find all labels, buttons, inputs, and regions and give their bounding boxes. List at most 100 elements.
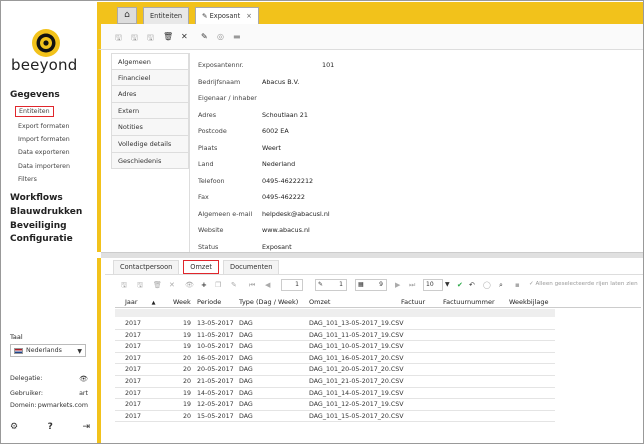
print-icon[interactable]: ▬ [233,32,241,41]
apply-check-icon[interactable]: ✔ [457,281,463,289]
table-cell: DAG [239,377,253,385]
col-weekbijlage[interactable]: Weekbijlage [509,298,548,306]
undo-icon[interactable]: ↶ [469,281,475,289]
nav-import-formaten[interactable]: Import formaten [18,136,70,143]
nav-configuratie[interactable]: Configuratie [10,234,73,244]
table-cell: 12-05-2017 [197,401,234,409]
logout-icon[interactable]: ⇥ [82,422,90,432]
form-field-label: Website [198,226,224,234]
grid-cancel-icon[interactable]: ✕ [169,281,175,289]
table-row[interactable]: 2017 20 15-05-2017 DAG DAG_101_15-05-2017_20… [115,411,555,423]
prev-page-icon[interactable]: ◀ [265,281,270,289]
table-cell: 13-05-2017 [197,320,234,327]
next-page-icon[interactable]: ▶ [395,281,400,289]
form-field-value[interactable]: www.abacus.nl [262,226,310,234]
table-row[interactable]: 2017 19 13-05-2017 DAG DAG_101_13-05-2017_19… [115,318,555,330]
record-toolbar: 🖫 🖫 🖫 🗑 ✕ ✎ ◎ ▬ [97,24,643,50]
table-row[interactable]: 2017 20 16-05-2017 DAG DAG_101_16-05-2017_20… [115,353,555,365]
rows-per-page-select[interactable]: 10 [423,279,443,291]
nav-workflows[interactable]: Workflows [10,193,63,203]
grid-add-icon[interactable]: + [201,281,207,289]
grid-delete-icon[interactable]: 🗑 [153,281,162,289]
side-tab-adres[interactable]: Adres [111,86,189,103]
side-tab-notities[interactable]: Notities [111,119,189,136]
form-field-value[interactable]: helpdesk@abacusl.nl [262,210,330,218]
help-icon[interactable]: ? [48,422,53,432]
form-field-value[interactable]: Weert [262,144,281,152]
nav-beveiliging[interactable]: Beveiliging [10,221,67,231]
col-jaar[interactable]: Jaar ▲ [125,298,156,306]
language-select[interactable]: Nederlands ▼ [10,344,86,357]
related-tabs: Contactpersoon Omzet Documenten [113,260,280,274]
user-value: art [79,390,88,397]
rows-caret-icon[interactable]: ▼ [445,281,450,288]
side-tab-volledige-details[interactable]: Volledige details [111,135,189,153]
last-page-icon[interactable]: ⏭ [409,281,415,290]
form-field-value[interactable]: Exposant [262,243,292,251]
page-input[interactable]: 1 [281,279,303,291]
tab-documenten[interactable]: Documenten [223,260,280,274]
close-icon[interactable]: × [246,12,252,20]
eye-icon[interactable]: 👁 [79,375,88,383]
col-factuur[interactable]: Factuur [401,298,425,306]
table-row[interactable]: 2017 19 11-05-2017 DAG DAG_101_11-05-2017_19… [115,330,555,342]
form-field-value[interactable]: 6002 EA [262,127,289,135]
page-count: ✎ 1 [315,279,347,291]
history-icon[interactable]: ◎ [217,32,224,41]
form-field-value[interactable]: 101 [322,61,334,69]
clear-filter-icon[interactable]: ▪ [515,281,520,289]
form-field-value[interactable]: Abacus B.V. [262,78,299,86]
col-type[interactable]: Type (Dag / Week) [239,298,298,306]
table-row[interactable]: 2017 20 20-05-2017 DAG DAG_101_20-05-2017_20… [115,364,555,376]
table-cell: 19 [183,331,192,339]
nav-data-exporteren[interactable]: Data exporteren [18,149,70,156]
save-close-icon[interactable]: 🖫 [131,32,138,46]
save-icon[interactable]: 🖫 [115,32,122,46]
save-new-icon[interactable]: 🖫 [147,32,154,46]
table-row[interactable]: 2017 19 10-05-2017 DAG DAG_101_10-05-2017_19… [115,341,555,353]
col-omzet[interactable]: Omzet [309,298,330,306]
side-tab-algemeen[interactable]: Algemeen [111,53,189,70]
nav-blauwdrukken[interactable]: Blauwdrukken [10,207,82,217]
nav-gegevens[interactable]: Gegevens [10,90,60,100]
grid-save-icon[interactable]: 🖫 [121,281,127,292]
tab-omzet[interactable]: Omzet [183,260,220,274]
refresh-icon[interactable]: ◯ [483,281,491,289]
form-field-value[interactable]: Nederland [262,160,295,168]
gear-icon[interactable]: ⚙ [10,422,18,432]
tab-contactpersoon[interactable]: Contactpersoon [113,260,180,274]
table-cell: 10-05-2017 [197,343,234,351]
side-tab-extern[interactable]: Extern [111,102,189,120]
grid-filter-row[interactable] [115,309,555,317]
table-cell: 19 [183,343,192,351]
nav-data-importeren[interactable]: Data importeren [18,163,70,170]
grid-body: 2017 19 13-05-2017 DAG DAG_101_13-05-2017_19… [115,318,555,423]
table-row[interactable]: 2017 20 21-05-2017 DAG DAG_101_21-05-2017_20… [115,376,555,388]
grid-save-close-icon[interactable]: 🖫 [137,281,143,292]
col-periode[interactable]: Periode [197,298,221,306]
nav-filters[interactable]: Filters [18,176,37,183]
side-tab-geschiedenis[interactable]: Geschiedenis [111,152,189,170]
search-icon[interactable]: ⌕ [499,281,503,290]
edit-icon[interactable]: ✎ [201,32,208,41]
grid-view-icon[interactable]: 👁 [185,281,194,289]
form-field-value[interactable]: 0495-46222212 [262,177,313,185]
table-row[interactable]: 2017 19 12-05-2017 DAG DAG_101_12-05-2017_19… [115,399,555,411]
nav-entiteiten[interactable]: Entiteiten [15,106,54,117]
grid-edit-icon[interactable]: ✎ [231,281,237,289]
side-tab-financieel[interactable]: Financieel [111,69,189,87]
form-field-value[interactable]: Schoutlaan 21 [262,111,308,119]
delete-icon[interactable]: 🗑 [163,32,173,41]
first-page-icon[interactable]: ⏮ [249,281,255,290]
cancel-icon[interactable]: ✕ [181,32,188,41]
table-row[interactable]: 2017 19 14-05-2017 DAG DAG_101_14-05-2017_19… [115,388,555,400]
col-factuurnummer[interactable]: Factuurnummer [443,298,495,306]
col-week[interactable]: Week [173,298,191,306]
home-tab[interactable]: ⌂ [117,7,137,24]
tab-entiteiten[interactable]: Entiteiten [143,7,190,24]
form-field-value[interactable]: 0495-462222 [262,193,305,201]
tab-exposant[interactable]: ✎ Exposant × [195,7,259,24]
nav-export-formaten[interactable]: Export formaten [18,123,70,130]
grid-copy-icon[interactable]: ❐ [215,281,221,289]
selected-rows-filter[interactable]: ✓ Alleen geselecteerde rijen laten zien [529,281,638,287]
